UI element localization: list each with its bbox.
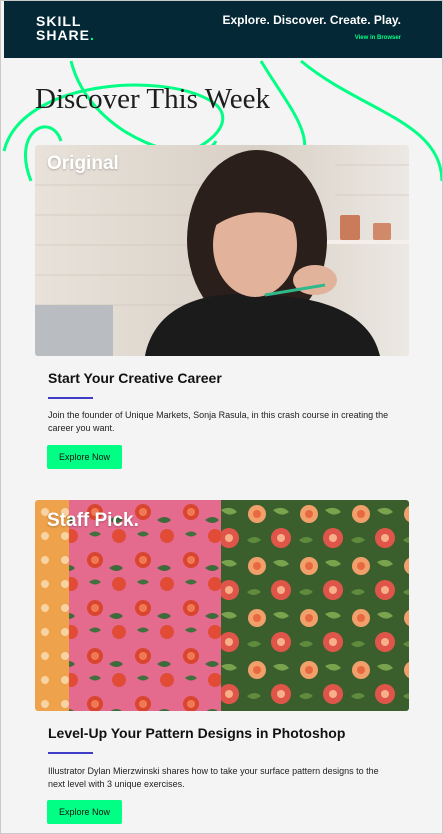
email-frame: SKILL SHARE. Explore. Discover. Create. …	[0, 0, 443, 834]
card-1-image[interactable]: Original	[35, 145, 409, 356]
card-1-explore-button[interactable]: Explore Now	[47, 445, 122, 469]
logo-line-2: SHARE	[36, 27, 91, 43]
card-1-description: Join the founder of Unique Markets, Sonj…	[48, 410, 389, 433]
email-header: SKILL SHARE. Explore. Discover. Create. …	[4, 1, 442, 58]
header-tagline: Explore. Discover. Create. Play.	[222, 13, 401, 27]
card-2-divider	[48, 752, 93, 754]
card-2-badge: Staff Pick.	[47, 510, 139, 531]
card-1-title: Start Your Creative Career	[48, 370, 222, 386]
skillshare-logo[interactable]: SKILL SHARE.	[36, 14, 95, 42]
card-2-image[interactable]: Staff Pick.	[35, 500, 409, 711]
view-in-browser-link[interactable]: View in Browser	[355, 35, 401, 41]
card-2-title: Level-Up Your Pattern Designs in Photosh…	[48, 725, 346, 741]
card-1-badge: Original	[47, 153, 119, 174]
card-1-divider	[48, 397, 93, 399]
card-2-description: Illustrator Dylan Mierzwinski shares how…	[48, 766, 379, 789]
card-2-explore-button[interactable]: Explore Now	[47, 800, 122, 824]
logo-dot: .	[90, 27, 95, 43]
page-title: Discover This Week	[35, 83, 270, 115]
logo-line-1: SKILL	[36, 13, 82, 29]
